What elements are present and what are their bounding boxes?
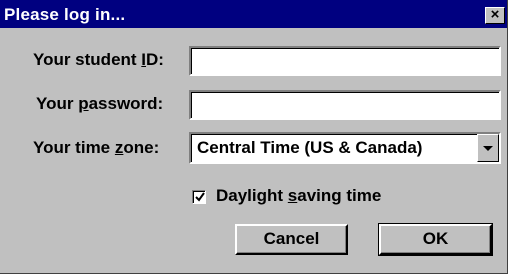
- close-button[interactable]: ×: [485, 7, 505, 24]
- time-zone-value: Central Time (US & Canada): [197, 138, 423, 157]
- ok-button[interactable]: OK: [378, 223, 493, 256]
- time-zone-select[interactable]: Central Time (US & Canada): [189, 132, 501, 164]
- time-zone-label: Your time zone:: [33, 138, 159, 158]
- time-zone-label-text: Your time: [33, 138, 115, 157]
- student-id-label-rest: D:: [146, 50, 164, 69]
- title-bar[interactable]: Please log in... ×: [0, 0, 507, 28]
- checkmark-icon: [195, 192, 205, 202]
- password-label-accel: p: [78, 94, 89, 113]
- student-id-label-text: Your student: [33, 50, 142, 69]
- dst-label[interactable]: Daylight saving time: [216, 186, 381, 206]
- student-id-label: Your student ID:: [33, 50, 164, 70]
- password-label-text: Your: [36, 94, 79, 113]
- window-title: Please log in...: [4, 5, 126, 24]
- cancel-button[interactable]: Cancel: [235, 224, 348, 255]
- login-dialog: Please log in... × Your student ID: Your…: [0, 0, 508, 274]
- close-icon: ×: [490, 6, 500, 23]
- dst-label-text: Daylight: [216, 186, 288, 205]
- dst-checkbox[interactable]: [192, 190, 206, 204]
- password-label: Your password:: [36, 94, 163, 114]
- dst-label-accel: s: [287, 186, 298, 205]
- password-label-rest: assword:: [88, 94, 164, 113]
- chevron-down-icon: [483, 146, 493, 151]
- student-id-input[interactable]: [189, 46, 501, 76]
- time-zone-dropdown-button[interactable]: [477, 134, 499, 162]
- dst-label-rest: aving time: [297, 186, 382, 205]
- time-zone-label-rest: one:: [123, 138, 160, 157]
- password-input[interactable]: [189, 90, 501, 120]
